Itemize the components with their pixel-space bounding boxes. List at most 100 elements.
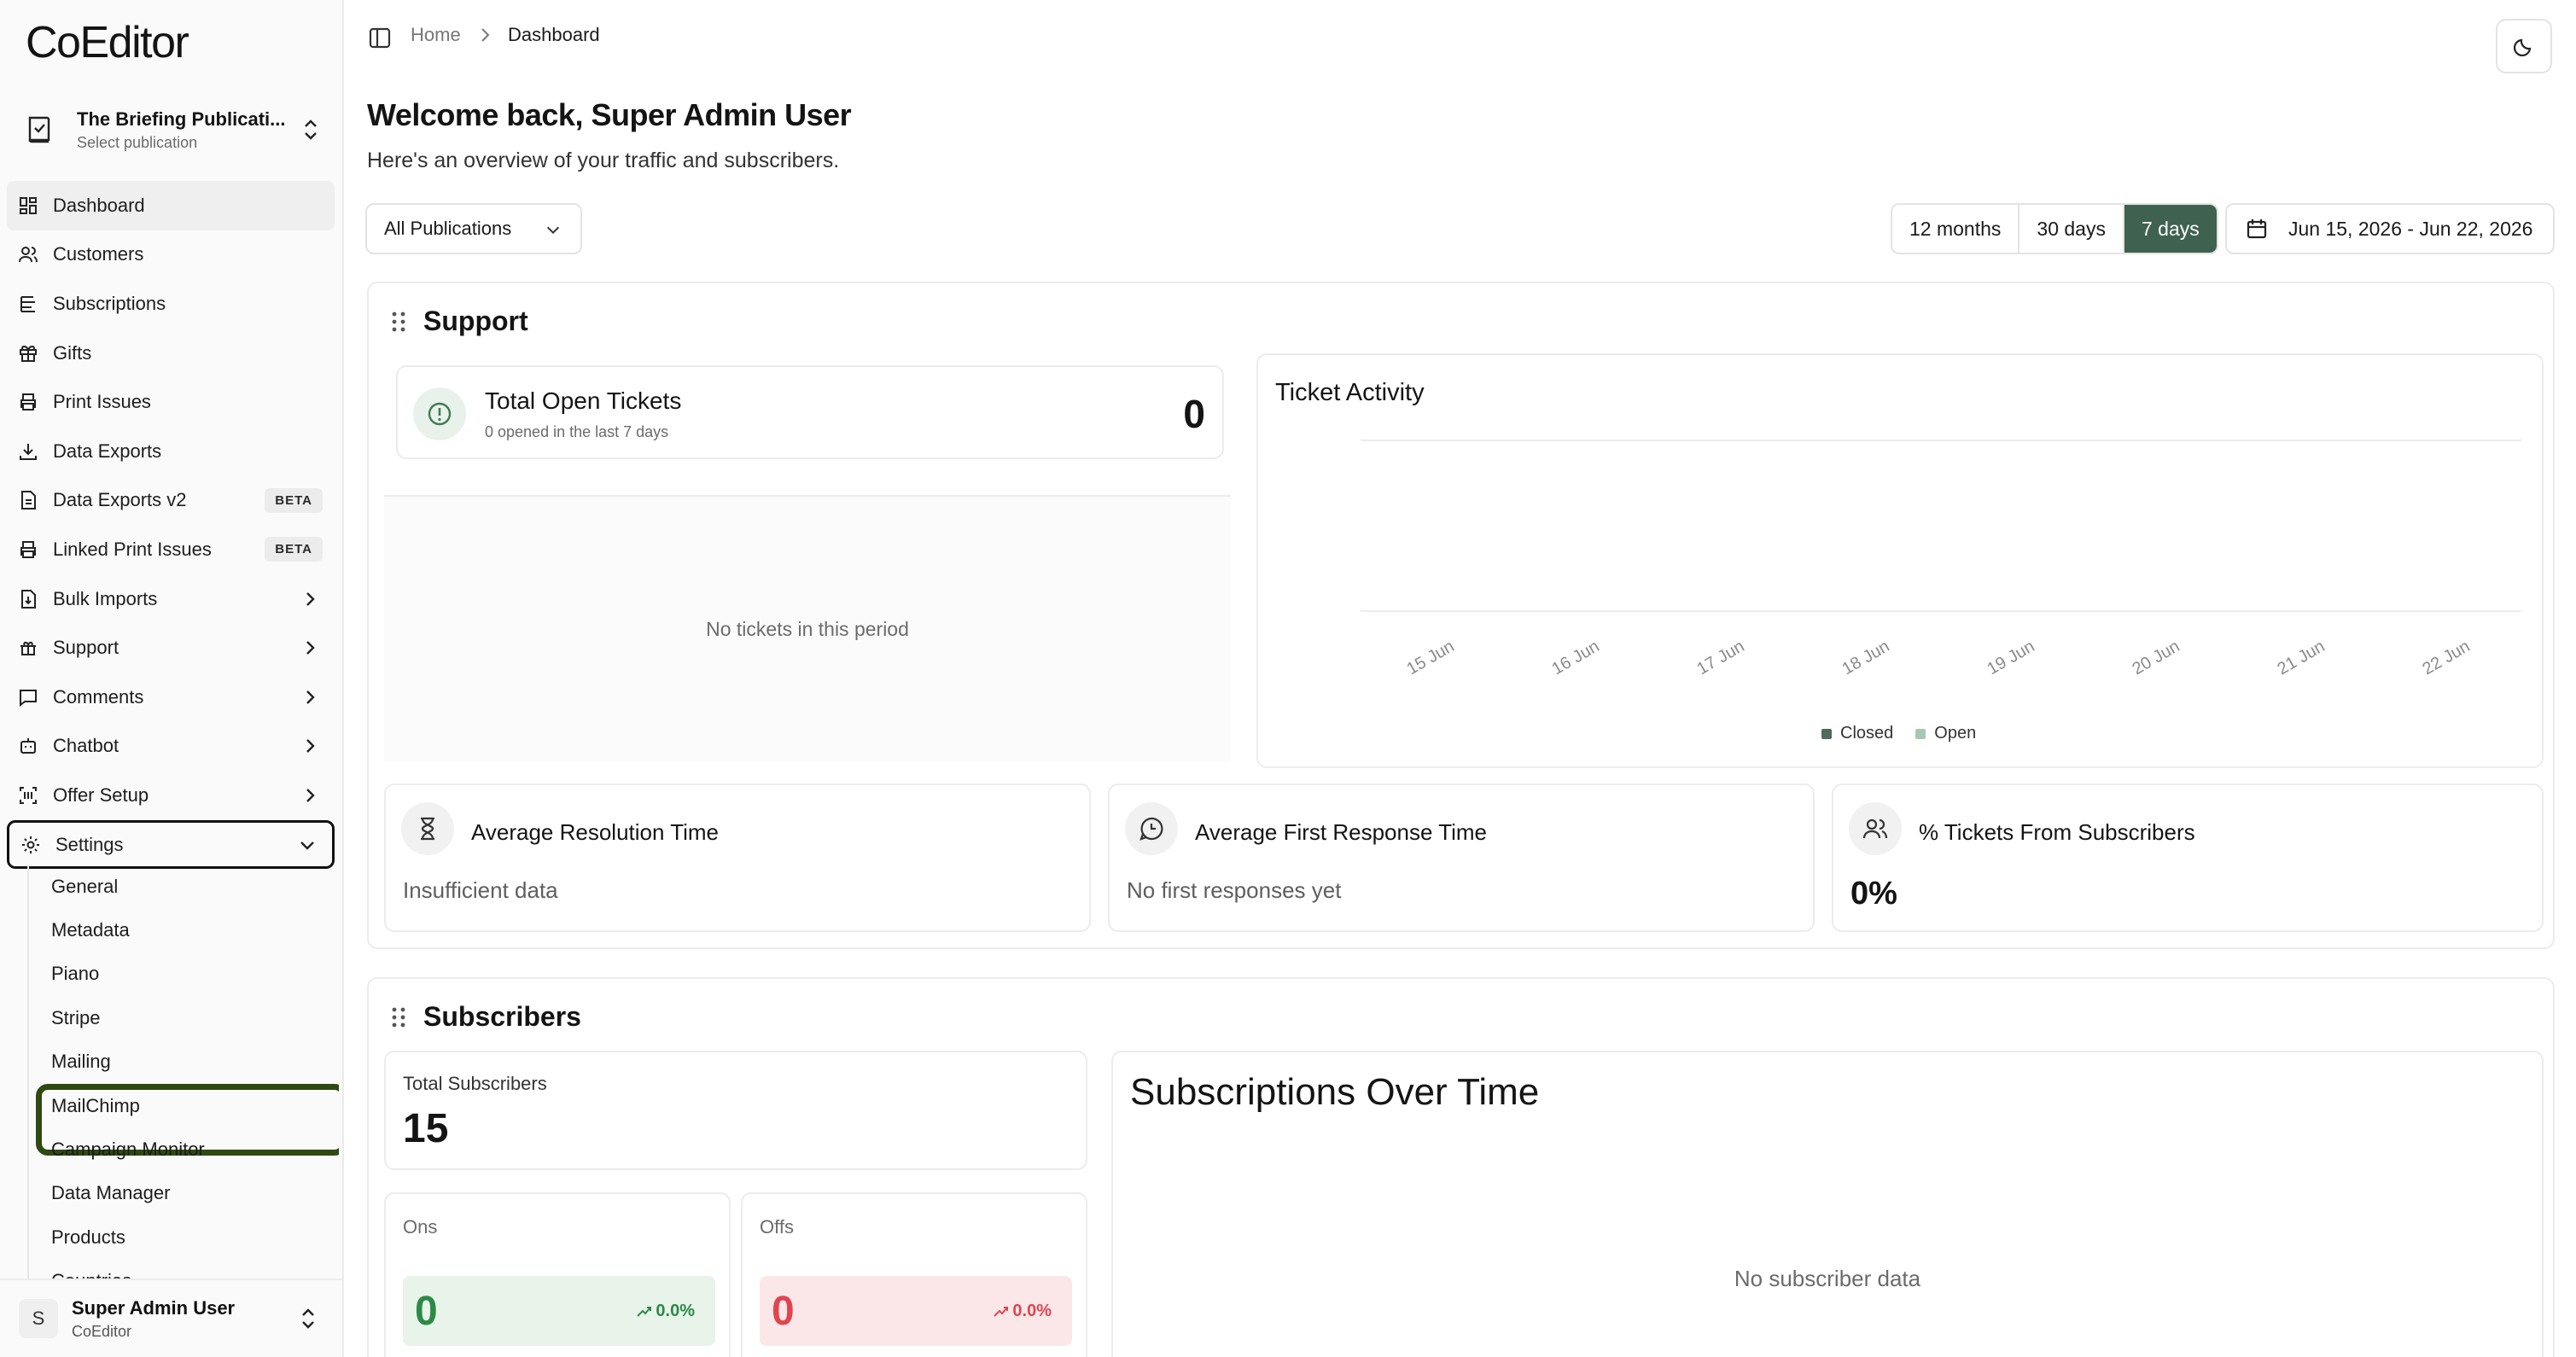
ons-label: Ons xyxy=(403,1216,438,1238)
list-icon xyxy=(17,293,39,315)
user-name: Super Admin User xyxy=(72,1296,236,1319)
theme-toggle-button[interactable] xyxy=(2496,19,2552,73)
sidebar-item-label: Customers xyxy=(53,243,144,265)
subscriptions-over-time-card: Subscriptions Over Time No subscriber da… xyxy=(1111,1051,2544,1357)
settings-item-campaign-monitor[interactable]: Campaign Monitor xyxy=(29,1127,339,1171)
sidebar-item-linked-print-issues[interactable]: Linked Print Issues BETA xyxy=(7,525,335,574)
chevron-down-icon xyxy=(300,841,314,850)
total-subscribers-card: Total Subscribers 15 xyxy=(384,1051,1087,1170)
metric-title: % Tickets From Subscribers xyxy=(1919,819,2195,845)
x-tick-label: 20 Jun xyxy=(2129,637,2183,678)
sidebar-item-support[interactable]: Support xyxy=(7,623,335,673)
breadcrumb-home[interactable]: Home xyxy=(411,24,461,46)
sidebar-item-print-issues[interactable]: Print Issues xyxy=(7,377,335,427)
sidebar-item-label: Data Exports v2 xyxy=(53,489,187,511)
chart-legend: Closed Open xyxy=(1821,724,1998,743)
bot-icon xyxy=(17,735,39,757)
range-12-months-button[interactable]: 12 months xyxy=(1892,205,2020,253)
tickets-empty-state: No tickets in this period xyxy=(384,495,1231,761)
publication-filter-select[interactable]: All Publications xyxy=(365,203,582,254)
sidebar-item-label: Data Exports xyxy=(53,440,162,462)
subscribers-title: Subscribers xyxy=(423,1001,581,1032)
gear-icon xyxy=(20,834,42,856)
sidebar-item-bulk-imports[interactable]: Bulk Imports xyxy=(7,574,335,624)
support-section: Support Total Open Tickets 0 opened in t… xyxy=(367,282,2555,949)
sidebar-item-dashboard[interactable]: Dashboard xyxy=(7,181,335,230)
users-icon xyxy=(1849,802,1902,855)
offer-icon xyxy=(17,784,39,807)
metric-value: 0% xyxy=(1850,876,1897,911)
date-range-toggle: 12 months 30 days 7 days xyxy=(1891,203,2218,254)
sidebar-item-comments[interactable]: Comments xyxy=(7,673,335,722)
support-title: Support xyxy=(423,306,528,336)
offs-label: Offs xyxy=(760,1216,794,1238)
ons-change-value: 0.0% xyxy=(656,1302,695,1320)
settings-item-metadata[interactable]: Metadata xyxy=(29,908,339,952)
user-menu[interactable]: S Super Admin User CoEditor xyxy=(0,1278,342,1357)
trend-up-icon xyxy=(994,1306,1009,1317)
sidebar-nav: Dashboard Customers Subscriptions Gifts … xyxy=(7,181,335,870)
sidebar-item-label: Comments xyxy=(53,685,144,708)
settings-item-countries[interactable]: Countries xyxy=(29,1260,339,1280)
sidebar-item-label: Linked Print Issues xyxy=(53,538,212,560)
total-subscribers-value: 15 xyxy=(403,1106,449,1151)
sidebar-item-gifts[interactable]: Gifts xyxy=(7,329,335,378)
settings-item-general[interactable]: General xyxy=(29,865,339,908)
offs-card: Offs 0 0.0% xyxy=(741,1192,1087,1357)
legend-closed: Closed xyxy=(1821,724,1893,743)
x-tick-label: 21 Jun xyxy=(2274,637,2328,678)
date-range-picker[interactable]: Jun 15, 2026 - Jun 22, 2026 xyxy=(2225,203,2555,254)
drag-handle-icon[interactable] xyxy=(391,1006,406,1028)
sidebar-toggle-icon[interactable] xyxy=(368,26,393,51)
printer-icon xyxy=(17,391,39,413)
settings-item-products[interactable]: Products xyxy=(29,1215,339,1259)
chevron-right-icon xyxy=(306,690,315,704)
offs-change: 0.0% xyxy=(994,1302,1052,1321)
sidebar-item-label: Bulk Imports xyxy=(53,587,158,609)
chevron-down-icon xyxy=(546,226,560,235)
chevron-right-icon xyxy=(306,591,315,606)
book-check-icon xyxy=(22,113,56,147)
settings-item-mailing[interactable]: Mailing xyxy=(29,1040,339,1084)
trend-up-icon xyxy=(637,1306,652,1317)
publication-filter-value: All Publications xyxy=(384,218,512,239)
sidebar-item-label: Settings xyxy=(55,833,124,855)
settings-item-stripe[interactable]: Stripe xyxy=(29,996,339,1040)
sidebar-item-label: Print Issues xyxy=(53,391,151,413)
x-tick-label: 17 Jun xyxy=(1693,637,1747,678)
sidebar-item-label: Subscriptions xyxy=(53,292,166,314)
chevron-right-icon xyxy=(306,739,315,754)
publication-name: The Briefing Publicati... xyxy=(77,108,286,130)
range-7-days-button[interactable]: 7 days xyxy=(2124,205,2217,253)
settings-submenu: General Metadata Piano Stripe Mailing Ma… xyxy=(27,865,339,1280)
file-icon xyxy=(17,489,39,511)
page-subtitle: Here's an overview of your traffic and s… xyxy=(367,149,840,172)
subscribers-section: Subscribers Total Subscribers 15 Ons 0 0… xyxy=(367,977,2555,1357)
sidebar-item-data-exports[interactable]: Data Exports xyxy=(7,427,335,476)
app-logo[interactable]: CoEditor xyxy=(26,17,189,68)
x-tick-label: 16 Jun xyxy=(1548,637,1602,678)
settings-item-piano[interactable]: Piano xyxy=(29,952,339,996)
range-30-days-button[interactable]: 30 days xyxy=(2019,205,2124,253)
drag-handle-icon[interactable] xyxy=(391,311,406,333)
publication-switcher[interactable]: The Briefing Publicati... Select publica… xyxy=(12,99,331,160)
tickets-from-subscribers-card: % Tickets From Subscribers 0% xyxy=(1832,783,2544,932)
sidebar-item-offer-setup[interactable]: Offer Setup xyxy=(7,771,335,820)
beta-badge: BETA xyxy=(265,487,323,513)
settings-item-mailchimp[interactable]: MailChimp xyxy=(29,1083,339,1156)
ons-card: Ons 0 0.0% xyxy=(384,1192,731,1357)
printer-icon xyxy=(17,539,39,561)
avg-resolution-card: Average Resolution Time Insufficient dat… xyxy=(384,783,1091,932)
publication-hint: Select publication xyxy=(77,133,198,151)
sidebar-item-label: Chatbot xyxy=(53,735,119,757)
sidebar-item-customers[interactable]: Customers xyxy=(7,230,335,280)
settings-item-data-manager[interactable]: Data Manager xyxy=(29,1172,339,1215)
sidebar-item-subscriptions[interactable]: Subscriptions xyxy=(7,279,335,329)
sidebar-item-settings[interactable]: Settings xyxy=(7,819,335,870)
x-tick-label: 22 Jun xyxy=(2419,637,2473,678)
sidebar-item-label: Offer Setup xyxy=(53,783,149,806)
sidebar-item-data-exports-v2[interactable]: Data Exports v2 BETA xyxy=(7,476,335,526)
ons-value: 0 xyxy=(415,1289,438,1334)
sidebar-item-chatbot[interactable]: Chatbot xyxy=(7,722,335,772)
legend-open: Open xyxy=(1915,724,1976,743)
